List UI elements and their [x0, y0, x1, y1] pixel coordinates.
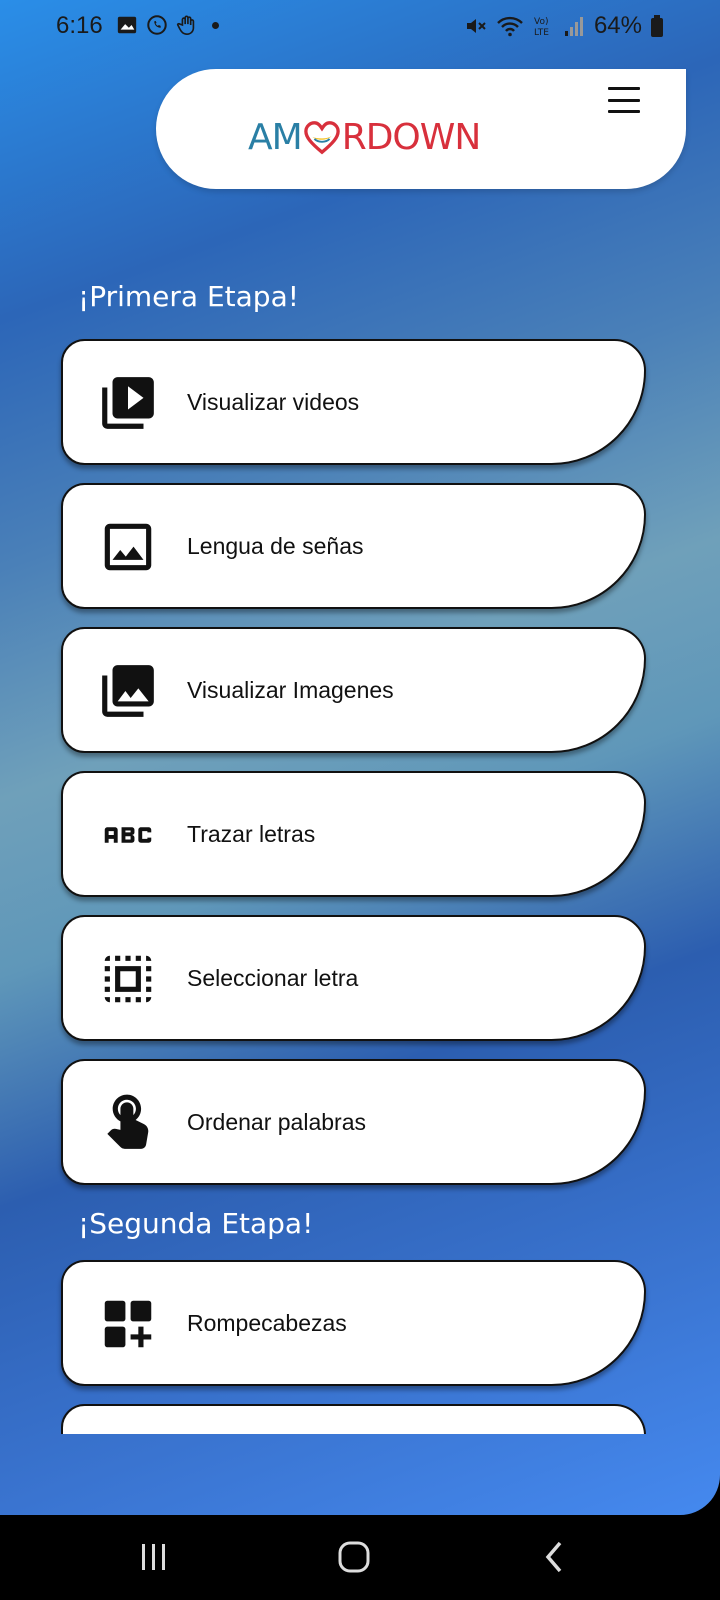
menu-line [608, 110, 640, 113]
whatsapp-notification-icon [147, 15, 167, 35]
dashboard-add-icon [97, 1293, 159, 1355]
more-notifications-dot [212, 21, 219, 29]
back-icon [545, 1541, 562, 1573]
battery-icon [651, 15, 663, 37]
menu-item-lengua-de-senas[interactable]: Lengua de señas [61, 483, 646, 609]
video-library-icon [97, 372, 159, 434]
touch-icon [97, 1092, 159, 1154]
section-title-primera-etapa: ¡Primera Etapa! [78, 280, 299, 313]
battery-percent: 64% [593, 12, 642, 39]
back-button[interactable] [542, 1537, 566, 1577]
menu-line [608, 87, 640, 90]
menu-item-label: Visualizar Imagenes [187, 677, 394, 703]
header-bar: AM R DOWN [156, 69, 686, 189]
heart-logo-icon [303, 120, 340, 154]
abc-icon [97, 804, 159, 866]
amordown-logo: AM R DOWN [248, 117, 482, 158]
signal-icon [564, 17, 583, 36]
mute-icon [466, 19, 486, 33]
wifi-icon [497, 16, 523, 37]
menu-item-label: Trazar letras [187, 821, 316, 847]
status-time: 6:16 [56, 12, 103, 39]
menu-item-ordenar-palabras[interactable]: Ordenar palabras [61, 1059, 646, 1185]
section-title-segunda-etapa: ¡Segunda Etapa! [78, 1207, 314, 1240]
status-bar: 6:16 Vo) LTE 64% [0, 0, 720, 52]
home-icon [338, 1541, 370, 1573]
home-button[interactable] [336, 1537, 372, 1577]
recent-apps-icon [142, 1544, 165, 1570]
menu-item-label: Lengua de señas [187, 533, 364, 559]
menu-item-label: Ordenar palabras [187, 1109, 366, 1135]
svg-text:Vo): Vo) [534, 17, 548, 27]
app-screen: 6:16 Vo) LTE 64% AM R DOWN ¡Primera Etap… [0, 0, 720, 1515]
menu-item-rompecabezas[interactable]: Rompecabezas [61, 1260, 646, 1386]
status-right-icons: Vo) LTE 64% [464, 12, 664, 40]
menu-item-label: Rompecabezas [187, 1310, 347, 1336]
menu-line [608, 98, 640, 102]
recent-apps-button[interactable] [138, 1537, 170, 1577]
menu-item-partial[interactable] [61, 1404, 646, 1434]
hand-notification-icon [176, 15, 195, 35]
menu-item-visualizar-imagenes[interactable]: Visualizar Imagenes [61, 627, 646, 753]
logo-text-am: AM [248, 117, 303, 158]
volte-icon: Vo)LTE [534, 17, 549, 38]
image-icon [97, 516, 159, 578]
gallery-notification-icon [117, 16, 137, 34]
logo-text-r: R [341, 117, 367, 158]
menu-item-visualizar-videos[interactable]: Visualizar videos [61, 339, 646, 465]
notification-icons [116, 14, 219, 36]
menu-item-label: Seleccionar letra [187, 965, 359, 991]
hamburger-menu-button[interactable] [608, 87, 640, 113]
menu-item-label: Visualizar videos [187, 389, 360, 415]
svg-text:LTE: LTE [534, 28, 549, 38]
menu-item-seleccionar-letra[interactable]: Seleccionar letra [61, 915, 646, 1041]
logo-text-down: DOWN [365, 117, 482, 158]
system-navigation-bar [0, 1515, 720, 1600]
menu-item-trazar-letras[interactable]: Trazar letras [61, 771, 646, 897]
select-all-icon [97, 948, 159, 1010]
photo-library-icon [97, 660, 159, 722]
